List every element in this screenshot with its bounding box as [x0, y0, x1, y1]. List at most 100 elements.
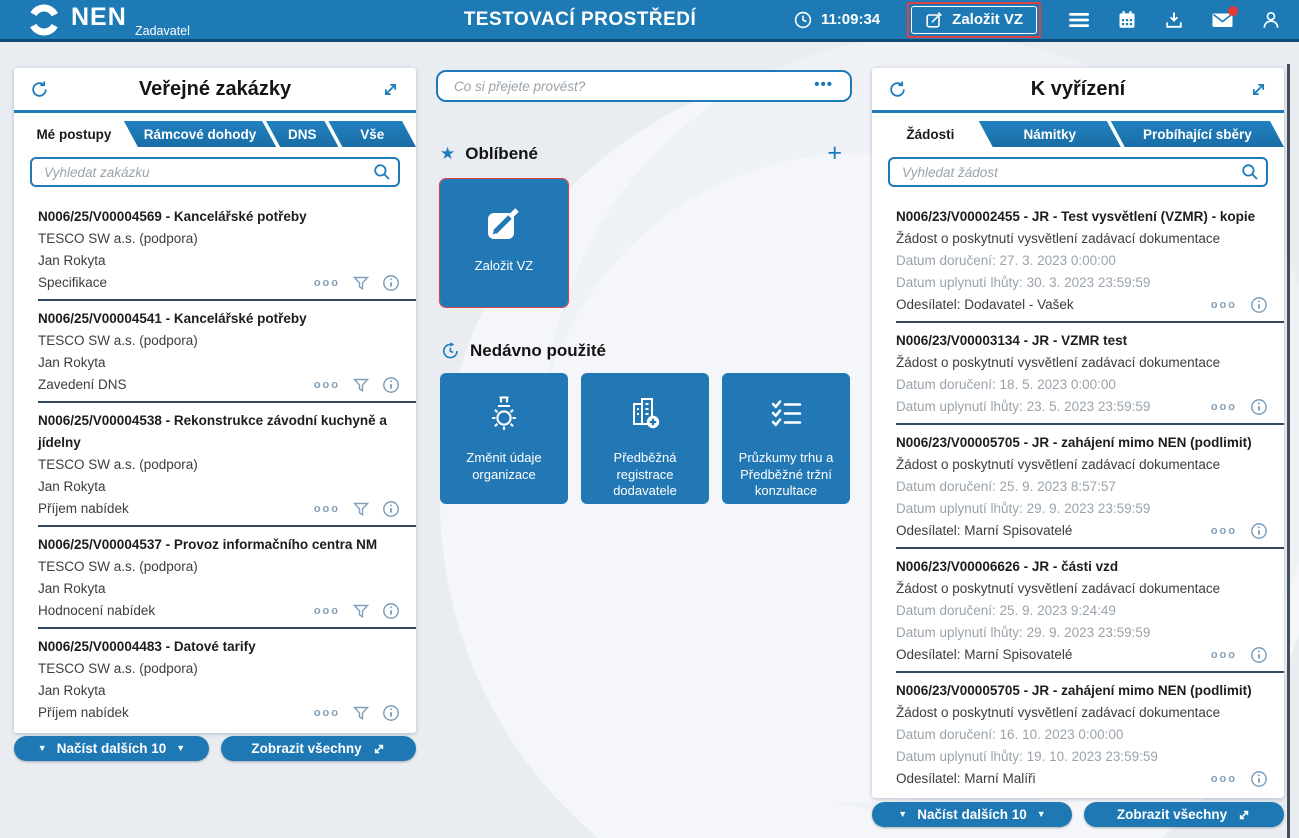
tile-zalozit-vz[interactable]: Založit VZ — [439, 178, 569, 308]
info-icon[interactable] — [382, 274, 400, 292]
request-item[interactable]: N006/23/V00002455 - JR - Test vysvětlení… — [896, 199, 1284, 321]
clock: 11:09:34 — [793, 10, 880, 30]
contract-status: Příjem nabídek — [38, 501, 129, 516]
recent-tiles: Změnit údaje organizace Předběžná regist… — [440, 373, 852, 504]
contract-item[interactable]: N006/25/V00004483 - Datové tarify TESCO … — [38, 629, 416, 729]
panel-title: K vyřízení — [1030, 77, 1126, 100]
more-actions-icon[interactable]: ooo — [1211, 649, 1237, 661]
refresh-button[interactable] — [30, 80, 49, 99]
filter-icon[interactable] — [353, 378, 369, 393]
search-icon[interactable] — [373, 163, 391, 181]
contract-item[interactable]: N006/25/V00004569 - Kancelářské potřeby … — [38, 199, 416, 299]
show-all-button[interactable]: Zobrazit všechny — [1084, 802, 1284, 827]
contract-item[interactable]: N006/25/V00004541 - Kancelářské potřeby … — [38, 301, 416, 401]
tab-dns[interactable]: DNS — [266, 121, 338, 147]
more-actions-icon[interactable]: ooo — [314, 605, 340, 617]
tile-predbezna-registrace-dodavatele[interactable]: Předběžná registrace dodavatele — [581, 373, 709, 504]
request-received: Datum doručení: 16. 10. 2023 0:00:00 — [896, 727, 1124, 742]
tile-pruzkumy-trhu[interactable]: Průzkumy trhu a Předběžné tržní konzulta… — [722, 373, 850, 504]
info-icon[interactable] — [382, 704, 400, 722]
panel-accent-rule — [14, 110, 416, 113]
request-item[interactable]: N006/23/V00005705 - JR - zahájení mimo N… — [896, 673, 1284, 795]
create-vz-button[interactable]: Založit VZ — [911, 5, 1037, 34]
info-icon[interactable] — [382, 500, 400, 518]
request-item[interactable]: N006/23/V00006626 - JR - části vzd Žádos… — [896, 549, 1284, 671]
expand-panel-button[interactable] — [1249, 80, 1268, 99]
more-actions-icon[interactable]: ooo — [1211, 401, 1237, 413]
expand-panel-button[interactable] — [381, 80, 400, 99]
info-icon[interactable] — [1250, 398, 1268, 416]
tab-zadosti[interactable]: Žádosti — [872, 121, 989, 147]
more-actions-icon[interactable]: ooo — [314, 503, 340, 515]
contract-item[interactable]: N006/25/V00004538 - Rekonstrukce závodní… — [38, 403, 416, 525]
scrollbar[interactable] — [1287, 64, 1290, 838]
info-icon[interactable] — [1250, 296, 1268, 314]
request-received: Datum doručení: 18. 5. 2023 0:00:00 — [896, 377, 1116, 392]
info-icon[interactable] — [1250, 646, 1268, 664]
request-item[interactable]: N006/23/V00003134 - JR - VZMR test Žádos… — [896, 323, 1284, 423]
show-all-button[interactable]: Zobrazit všechny — [221, 736, 416, 761]
contract-title: N006/25/V00004541 - Kancelářské potřeby — [38, 311, 307, 326]
tab-probihajici-sbery[interactable]: Probíhající sběry — [1111, 121, 1284, 147]
contract-person: Jan Rokyta — [38, 581, 106, 596]
organization-settings-icon — [492, 396, 516, 430]
contract-status: Specifikace — [38, 275, 108, 290]
contract-search-input[interactable] — [30, 157, 400, 187]
dashboard-center: ••• ★ Oblíbené + Založit VZ Nedávno použ… — [436, 68, 852, 504]
request-deadline: Datum uplynutí lhůty: 23. 5. 2023 23:59:… — [896, 399, 1151, 414]
brand-name: NEN — [71, 2, 127, 31]
tab-ramcove-dohody[interactable]: Rámcové dohody — [124, 121, 276, 147]
more-actions-icon[interactable]: ooo — [1211, 773, 1237, 785]
info-icon[interactable] — [382, 376, 400, 394]
filter-icon[interactable] — [353, 502, 369, 517]
add-favorite-button[interactable]: + — [821, 140, 848, 167]
info-icon[interactable] — [1250, 522, 1268, 540]
download-button[interactable] — [1164, 10, 1184, 30]
request-received: Datum doručení: 27. 3. 2023 0:00:00 — [896, 253, 1116, 268]
triangle-down-icon: ▼ — [176, 743, 186, 753]
more-actions-icon[interactable]: ooo — [314, 379, 340, 391]
filter-icon[interactable] — [353, 276, 369, 291]
more-actions-icon[interactable]: ooo — [1211, 299, 1237, 311]
info-icon[interactable] — [1250, 770, 1268, 788]
contract-status: Hodnocení nabídek — [38, 603, 156, 618]
load-more-button[interactable]: ▼ Načíst dalších 10 ▼ — [872, 802, 1072, 827]
request-item[interactable]: N006/23/V00005705 - JR - zahájení mimo N… — [896, 425, 1284, 547]
contract-title: N006/25/V00004537 - Provoz informačního … — [38, 537, 378, 552]
create-vz-highlight: Založit VZ — [907, 1, 1041, 38]
star-icon: ★ — [440, 144, 456, 163]
contract-status: Příjem nabídek — [38, 705, 129, 720]
more-options-icon[interactable]: ••• — [808, 75, 839, 94]
calendar-button[interactable] — [1117, 10, 1137, 30]
history-icon — [443, 342, 458, 359]
tile-label: Změnit údaje organizace — [466, 450, 542, 482]
command-search-input[interactable] — [436, 70, 852, 102]
edit-icon — [488, 208, 519, 239]
request-title: N006/23/V00006626 - JR - části vzd — [896, 559, 1119, 574]
refresh-button[interactable] — [888, 80, 907, 99]
mail-button[interactable] — [1211, 5, 1238, 29]
search-icon[interactable] — [1241, 163, 1259, 181]
contract-list: N006/25/V00004569 - Kancelářské potřeby … — [14, 199, 416, 729]
tile-zmenit-udaje-organizace[interactable]: Změnit údaje organizace — [440, 373, 568, 504]
tab-namitky[interactable]: Námitky — [979, 121, 1121, 147]
more-actions-icon[interactable]: ooo — [1211, 525, 1237, 537]
contract-org: TESCO SW a.s. (podpora) — [38, 333, 198, 348]
filter-icon[interactable] — [353, 604, 369, 619]
contract-item[interactable]: N006/25/V00004537 - Provoz informačního … — [38, 527, 416, 627]
filter-icon[interactable] — [353, 706, 369, 721]
brand-logo[interactable]: NEN Zadavatel — [26, 0, 221, 41]
tab-me-postupy[interactable]: Mé postupy — [14, 121, 134, 147]
menu-button[interactable] — [1068, 11, 1090, 29]
more-actions-icon[interactable]: ooo — [314, 707, 340, 719]
load-more-button[interactable]: ▼ Načíst dalších 10 ▼ — [14, 736, 209, 761]
triangle-down-icon: ▼ — [1036, 809, 1046, 819]
request-search-input[interactable] — [888, 157, 1268, 187]
tab-vse[interactable]: Vše — [328, 121, 416, 147]
calendar-icon — [1119, 10, 1135, 28]
request-title: N006/23/V00003134 - JR - VZMR test — [896, 333, 1128, 348]
user-button[interactable] — [1261, 10, 1281, 30]
contract-search — [30, 157, 400, 187]
more-actions-icon[interactable]: ooo — [314, 277, 340, 289]
info-icon[interactable] — [382, 602, 400, 620]
